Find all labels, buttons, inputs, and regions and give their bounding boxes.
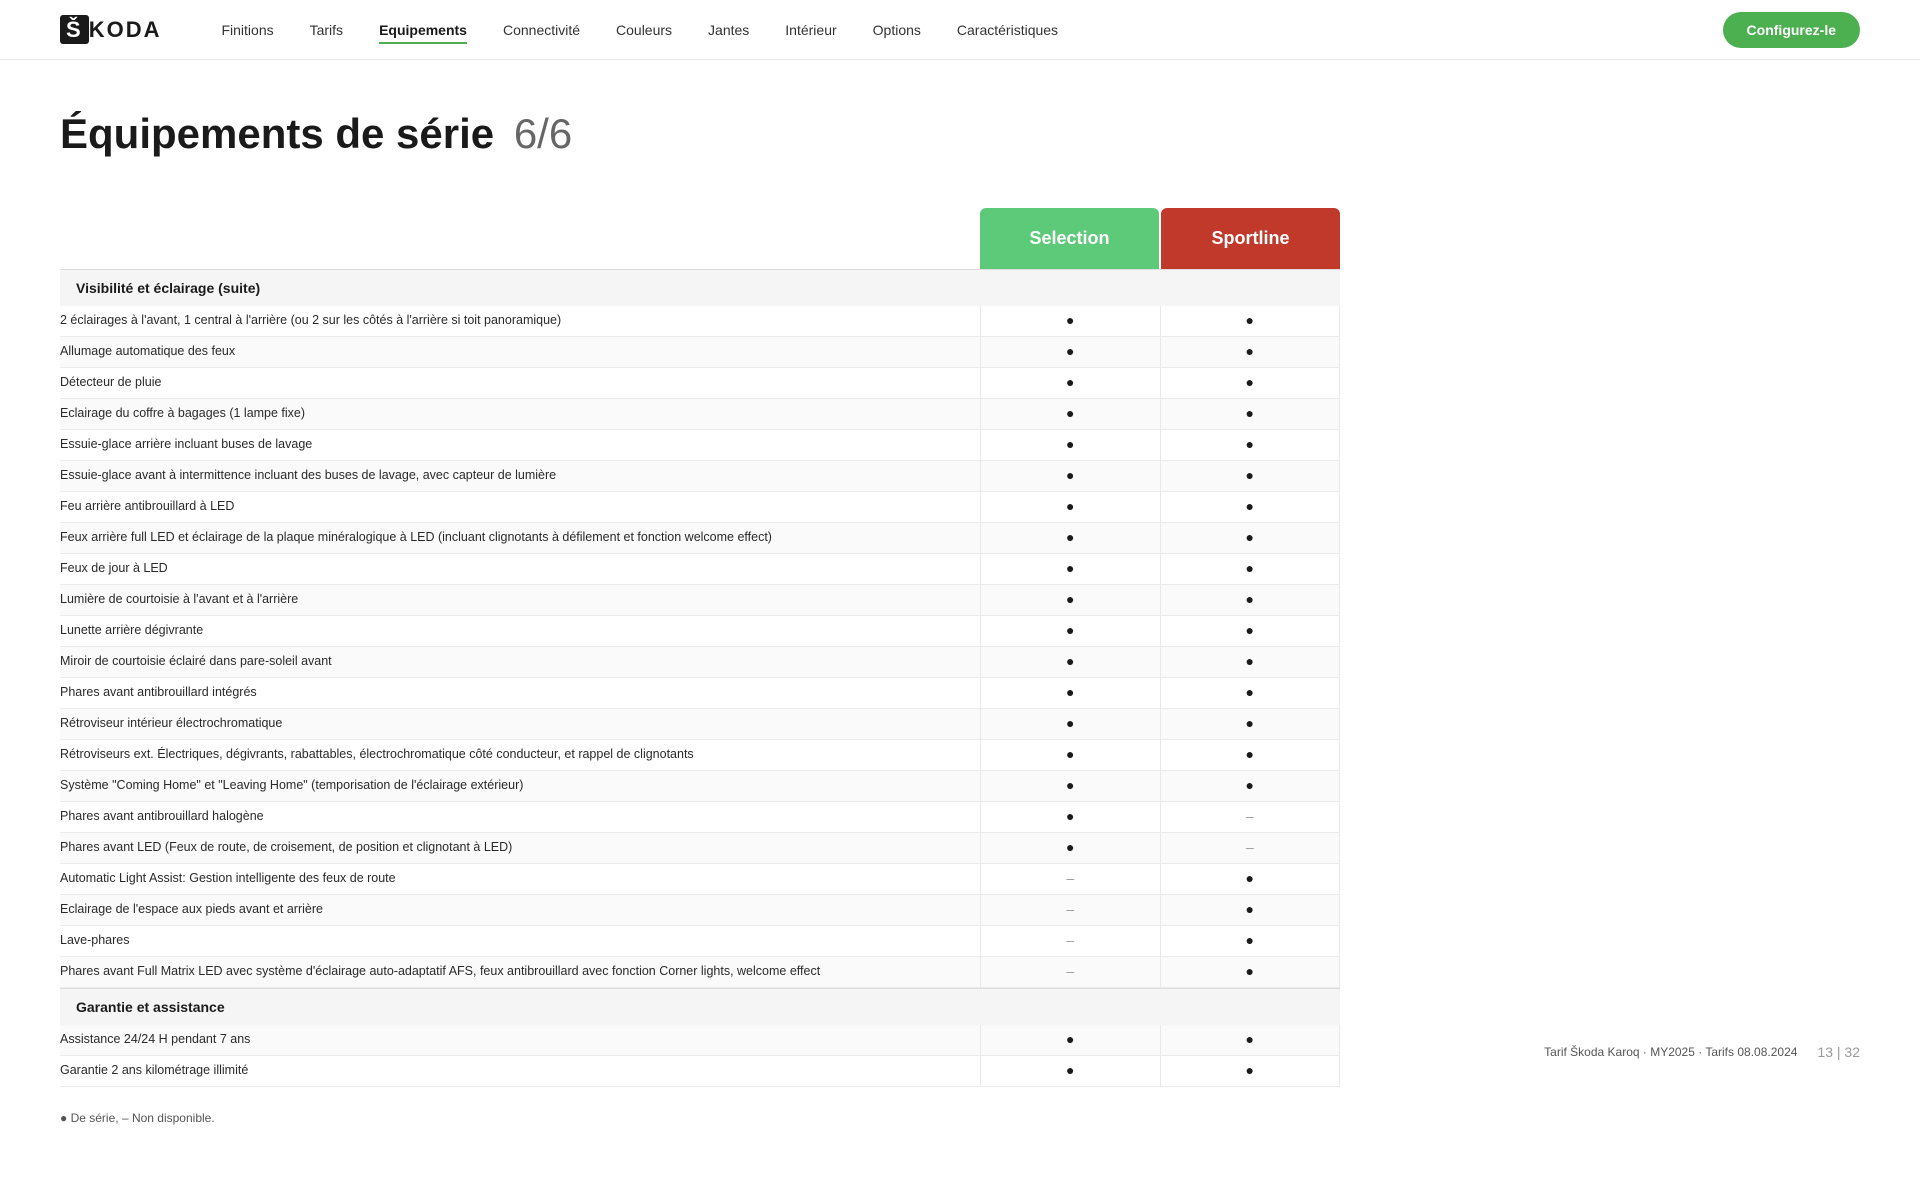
cell-selection: ●: [980, 306, 1160, 336]
table-row: Système "Coming Home" et "Leaving Home" …: [60, 771, 1340, 802]
table-row: Feux arrière full LED et éclairage de la…: [60, 523, 1340, 554]
brand-logo: ŠKODA: [60, 17, 161, 43]
nav-item-interieur[interactable]: Intérieur: [785, 22, 836, 38]
cell-selection: ●: [980, 678, 1160, 708]
cell-selection: –: [980, 926, 1160, 956]
cell-selection: ●: [980, 833, 1160, 863]
table-row: Garantie 2 ans kilométrage illimité ● ●: [60, 1056, 1340, 1087]
cell-sportline: ●: [1160, 926, 1341, 956]
table-row: 2 éclairages à l'avant, 1 central à l'ar…: [60, 306, 1340, 337]
table-row: Lumière de courtoisie à l'avant et à l'a…: [60, 585, 1340, 616]
table-row: Phares avant antibrouillard halogène ● –: [60, 802, 1340, 833]
column-header-sportline: Sportline: [1161, 208, 1340, 269]
cell-sportline: ●: [1160, 678, 1341, 708]
legend: ● De série, – Non disponible.: [60, 1111, 1340, 1125]
cell-selection: ●: [980, 709, 1160, 739]
cell-selection: ●: [980, 1056, 1160, 1086]
cell-sportline: ●: [1160, 864, 1341, 894]
nav-item-options[interactable]: Options: [873, 22, 921, 38]
table-row: Eclairage de l'espace aux pieds avant et…: [60, 895, 1340, 926]
column-headers: Selection Sportline: [980, 208, 1340, 269]
navigation: ŠKODA Finitions Tarifs Equipements Conne…: [0, 0, 1920, 60]
cell-selection: ●: [980, 461, 1160, 491]
table-row: Automatic Light Assist: Gestion intellig…: [60, 864, 1340, 895]
cell-sportline: ●: [1160, 399, 1341, 429]
cell-sportline: ●: [1160, 368, 1341, 398]
footer-info: Tarif Škoda Karoq · MY2025 · Tarifs 08.0…: [1544, 1045, 1797, 1059]
nav-item-jantes[interactable]: Jantes: [708, 22, 749, 38]
cell-selection: ●: [980, 554, 1160, 584]
footer-page: 13 | 32: [1817, 1044, 1860, 1060]
table-row: Lunette arrière dégivrante ● ●: [60, 616, 1340, 647]
cell-sportline: ●: [1160, 957, 1341, 987]
column-header-selection: Selection: [980, 208, 1159, 269]
cell-sportline: ●: [1160, 523, 1341, 553]
cell-selection: ●: [980, 1025, 1160, 1055]
cell-sportline: –: [1160, 802, 1341, 832]
cell-sportline: ●: [1160, 740, 1341, 770]
section-header-garantie: Garantie et assistance: [60, 988, 1340, 1025]
cell-selection: ●: [980, 616, 1160, 646]
nav-links: Finitions Tarifs Equipements Connectivit…: [221, 22, 1722, 38]
page-title: Équipements de série 6/6: [60, 110, 1340, 158]
cell-sportline: ●: [1160, 1056, 1341, 1086]
table-row: Rétroviseurs ext. Électriques, dégivrant…: [60, 740, 1340, 771]
cell-sportline: ●: [1160, 306, 1341, 336]
cell-selection: ●: [980, 647, 1160, 677]
table-row: Feu arrière antibrouillard à LED ● ●: [60, 492, 1340, 523]
table-row: Allumage automatique des feux ● ●: [60, 337, 1340, 368]
cell-selection: ●: [980, 523, 1160, 553]
section-header-visibility: Visibilité et éclairage (suite): [60, 269, 1340, 306]
cell-selection: –: [980, 895, 1160, 925]
cell-sportline: ●: [1160, 771, 1341, 801]
table-row: Feux de jour à LED ● ●: [60, 554, 1340, 585]
comparison-table: Selection Sportline Visibilité et éclair…: [60, 208, 1340, 1125]
cell-sportline: ●: [1160, 895, 1341, 925]
cell-sportline: ●: [1160, 1025, 1341, 1055]
cell-sportline: ●: [1160, 616, 1341, 646]
cell-selection: ●: [980, 337, 1160, 367]
cell-selection: –: [980, 957, 1160, 987]
table-row: Assistance 24/24 H pendant 7 ans ● ●: [60, 1025, 1340, 1056]
table-row: Phares avant antibrouillard intégrés ● ●: [60, 678, 1340, 709]
cell-sportline: ●: [1160, 585, 1341, 615]
cell-sportline: –: [1160, 833, 1341, 863]
table-row: Détecteur de pluie ● ●: [60, 368, 1340, 399]
cell-selection: ●: [980, 399, 1160, 429]
table-row: Phares avant LED (Feux de route, de croi…: [60, 833, 1340, 864]
cell-sportline: ●: [1160, 430, 1341, 460]
cell-sportline: ●: [1160, 554, 1341, 584]
cell-sportline: ●: [1160, 337, 1341, 367]
table-row: Phares avant Full Matrix LED avec systèm…: [60, 957, 1340, 988]
cell-selection: ●: [980, 430, 1160, 460]
table-row: Miroir de courtoisie éclairé dans pare-s…: [60, 647, 1340, 678]
nav-item-connectivite[interactable]: Connectivité: [503, 22, 580, 38]
nav-item-tarifs[interactable]: Tarifs: [310, 22, 343, 38]
nav-item-finitions[interactable]: Finitions: [221, 22, 273, 38]
cell-selection: ●: [980, 740, 1160, 770]
nav-item-couleurs[interactable]: Couleurs: [616, 22, 672, 38]
cell-selection: –: [980, 864, 1160, 894]
cell-selection: ●: [980, 492, 1160, 522]
table-row: Essuie-glace arrière incluant buses de l…: [60, 430, 1340, 461]
footer: Tarif Škoda Karoq · MY2025 · Tarifs 08.0…: [1544, 1044, 1860, 1060]
cell-sportline: ●: [1160, 709, 1341, 739]
nav-item-equipements[interactable]: Equipements: [379, 22, 467, 38]
cell-selection: ●: [980, 368, 1160, 398]
table-row: Lave-phares – ●: [60, 926, 1340, 957]
configurez-le-button[interactable]: Configurez-le: [1723, 12, 1860, 48]
cell-sportline: ●: [1160, 647, 1341, 677]
cell-selection: ●: [980, 585, 1160, 615]
cell-sportline: ●: [1160, 461, 1341, 491]
table-row: Rétroviseur intérieur électrochromatique…: [60, 709, 1340, 740]
table-row: Essuie-glace avant à intermittence inclu…: [60, 461, 1340, 492]
nav-item-caracteristiques[interactable]: Caractéristiques: [957, 22, 1058, 38]
cell-selection: ●: [980, 771, 1160, 801]
table-row: Eclairage du coffre à bagages (1 lampe f…: [60, 399, 1340, 430]
cell-sportline: ●: [1160, 492, 1341, 522]
cell-selection: ●: [980, 802, 1160, 832]
